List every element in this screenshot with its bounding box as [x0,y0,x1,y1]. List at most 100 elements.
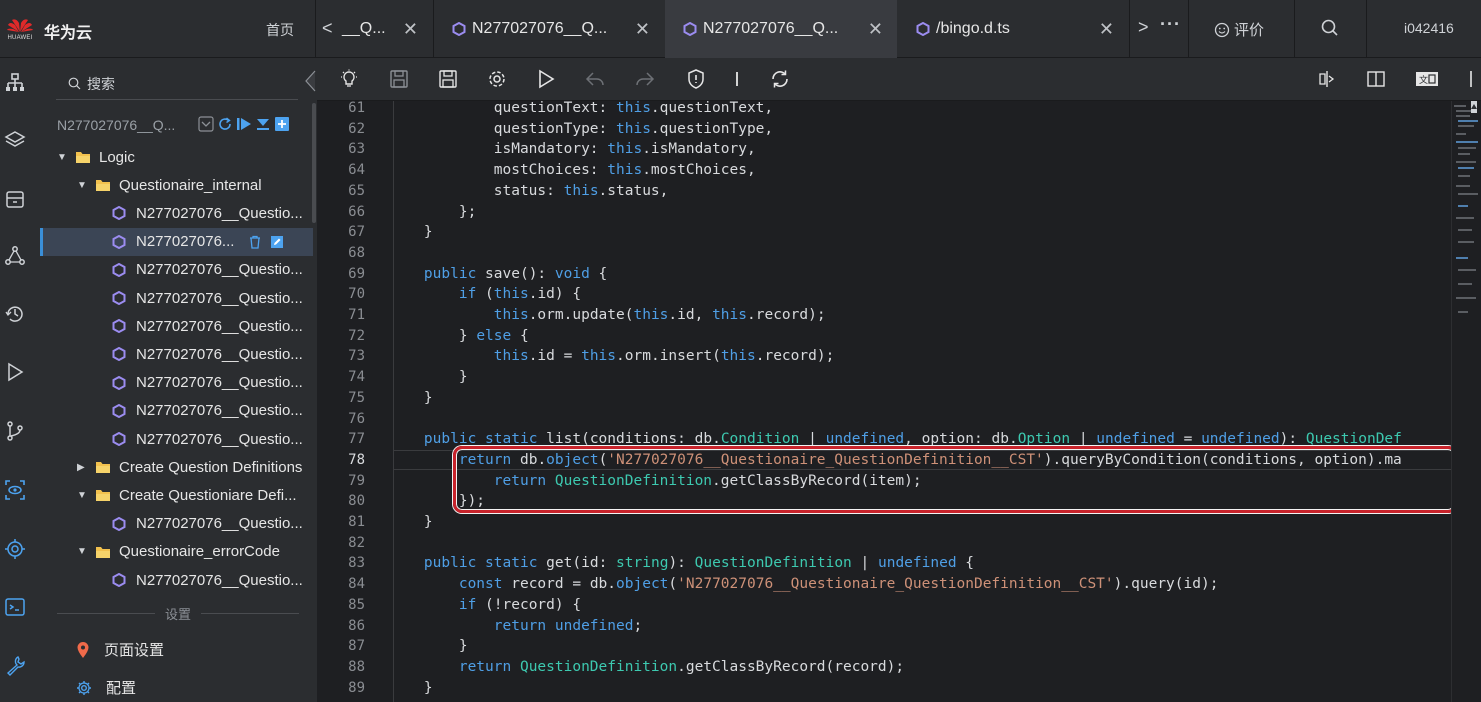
wrench-icon[interactable] [4,654,26,676]
caret-down-icon[interactable]: ▼ [77,180,87,191]
code-line[interactable]: if (this.id) { [393,286,581,307]
text-cursor-icon[interactable] [727,69,747,89]
close-icon[interactable]: ✕ [868,19,883,40]
flow-icon[interactable] [4,245,26,267]
more-vertical-icon[interactable] [1465,69,1477,89]
target-icon[interactable] [4,538,26,560]
close-icon[interactable]: ✕ [403,19,418,40]
code-line[interactable]: } [393,514,433,535]
tree-file-item[interactable]: N277027076... [40,227,313,256]
code-line[interactable]: isMandatory: this.isMandatory, [393,141,756,162]
user-name[interactable]: i042416 [1404,20,1454,36]
huawei-logo[interactable]: HUAWEI [0,0,40,58]
code-line[interactable]: status: this.status, [393,183,669,204]
tab-4[interactable]: /bingo.d.ts ✕ [898,0,1128,58]
tree-file-item[interactable]: N277027076__Questio... [40,199,313,227]
tree-folder-item[interactable]: ▼ Logic [40,143,313,171]
page-settings-item[interactable]: 页面设置 [76,639,164,660]
tree-file-item[interactable]: N277027076__Questio... [40,284,313,312]
tree-file-item[interactable]: N277027076__Questio... [40,397,313,425]
history-icon[interactable] [4,303,26,325]
download-icon[interactable] [255,116,271,132]
hierarchy-icon[interactable] [4,72,26,94]
save-all-icon[interactable] [438,69,458,89]
caret-right-icon[interactable]: ▶ [77,462,87,473]
code-line[interactable]: } [393,224,433,245]
run-debug-icon[interactable] [4,361,26,383]
search-icon[interactable] [1320,18,1340,38]
tab-3-active[interactable]: N277027076__Q... ✕ [665,0,897,58]
settings-gear-icon[interactable] [487,69,507,89]
code-editor[interactable]: 61 62 63 64 65 66 67 68 69 70 71 72 73 74 75 76 77 78 79 80… [317,101,1481,702]
code-line[interactable]: public static get(id: string): QuestionD… [393,555,974,576]
tab-scroll-left-icon[interactable]: < [322,18,333,39]
caret-down-icon[interactable]: ▼ [77,546,87,557]
refresh-icon[interactable] [217,116,233,132]
code-line[interactable]: return undefined; [393,618,642,639]
tree-file-item[interactable]: N277027076__Questio... [40,425,313,453]
line-number: 80 [348,493,365,510]
play-icon[interactable] [536,69,556,89]
close-icon[interactable]: ✕ [1099,19,1114,40]
code-line[interactable]: if (!record) { [393,597,581,618]
code-line[interactable]: } [393,369,468,390]
caret-down-icon[interactable]: ▼ [77,490,87,501]
code-line[interactable]: mostChoices: this.mostChoices, [393,162,756,183]
split-view-icon[interactable] [1366,69,1386,89]
add-file-icon[interactable] [274,116,290,132]
shield-icon[interactable] [686,69,706,89]
tree-folder-item[interactable]: ▶ Create Question Definitions [40,453,313,481]
tab-2[interactable]: N277027076__Q... ✕ [434,0,664,58]
tree-file-item[interactable]: N277027076__Questio... [40,256,313,284]
collapse-sidebar-icon[interactable] [304,70,316,92]
translate-icon[interactable]: 文 [1415,69,1439,89]
code-line[interactable]: this.id = this.orm.insert(this.record); [393,348,835,369]
code-line[interactable]: } else { [393,328,529,349]
code-line[interactable]: } [393,638,468,659]
save-icon[interactable] [389,69,409,89]
tree-file-item[interactable]: N277027076__Questio... [40,312,313,340]
close-icon[interactable]: ✕ [635,19,650,40]
code-area[interactable]: questionText: this.questionText, questio… [393,101,1453,702]
tree-file-item[interactable]: N277027076__Questio... [40,510,313,538]
caret-down-icon[interactable]: ▼ [57,152,67,163]
terminal-icon[interactable] [4,596,26,618]
config-item[interactable]: 配置 [76,677,136,698]
redo-icon[interactable] [635,69,655,89]
code-line[interactable]: }; [393,204,476,225]
git-branch-icon[interactable] [4,420,26,442]
code-line[interactable]: const record = db.object('N277027076__Qu… [393,576,1219,597]
tree-folder-item[interactable]: ▼ Questionaire_errorCode [40,538,313,566]
tree-file-item[interactable]: N277027076__Questio... [40,340,313,368]
tree-folder-item[interactable]: ▼ Questionaire_internal [40,171,313,199]
code-line[interactable]: questionText: this.questionText, [393,101,773,121]
home-link[interactable]: 首页 [266,20,294,40]
sync-icon[interactable] [770,69,790,89]
code-line[interactable]: return QuestionDefinition.getClassByReco… [393,659,904,680]
archive-icon[interactable] [4,188,26,210]
collapse-all-icon[interactable] [198,116,214,132]
code-line[interactable]: } [393,680,433,701]
layers-icon[interactable] [4,129,26,151]
vertical-scrollbar[interactable] [1465,101,1481,702]
tab-1[interactable]: __Q... ✕ [336,0,432,58]
code-line[interactable]: this.orm.update(this.id, this.record); [393,307,826,328]
tab-scroll-right-icon[interactable]: > [1138,17,1149,38]
code-line[interactable]: questionType: this.questionType, [393,121,773,142]
edit-icon[interactable] [270,235,284,249]
tree-file-item[interactable]: N277027076__Questio... [40,369,313,397]
rating-button[interactable]: 评价 [1214,19,1264,40]
trash-icon[interactable] [248,235,262,249]
tree-folder-item[interactable]: ▼ Create Questioniare Defi... [40,481,313,509]
undo-icon[interactable] [585,69,605,89]
more-tabs-icon[interactable]: ··· [1160,14,1181,35]
code-line[interactable]: public save(): void { [393,266,607,287]
tree-file-item[interactable]: N277027076__Questio... [40,566,313,594]
compare-icon[interactable] [1317,69,1337,89]
search-input[interactable]: 搜索 [56,68,298,100]
scan-eye-icon[interactable] [4,479,26,501]
run-icon[interactable] [236,116,252,132]
lightbulb-icon[interactable] [339,69,359,89]
code-line[interactable]: } [393,390,433,411]
sidebar-scrollbar[interactable] [312,103,316,223]
